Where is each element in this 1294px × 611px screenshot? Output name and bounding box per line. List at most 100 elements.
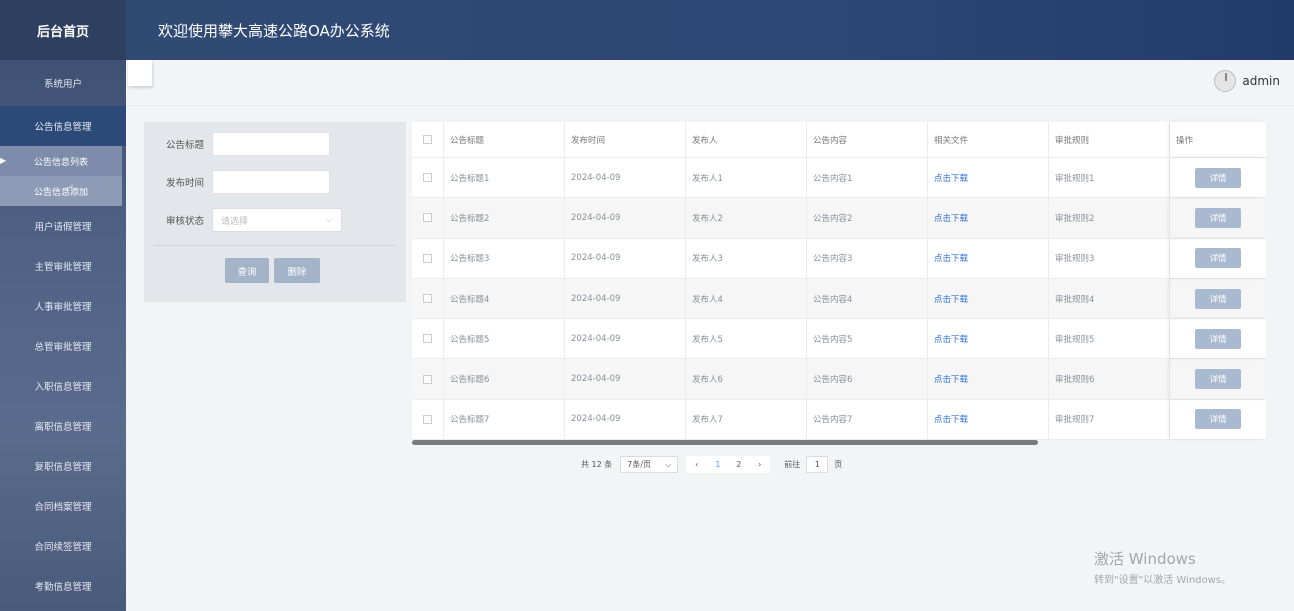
title-filter-input[interactable] [212,132,330,156]
goto-page: 前往 1 页 [784,456,842,473]
cell-title: 公告标题2 [444,198,565,238]
sidebar-item-system-users[interactable]: 系统用户 [0,60,126,106]
sidebar-item-hr-approval[interactable]: 人事审批管理 [0,286,126,326]
download-link[interactable]: 点击下载 [934,212,968,224]
cell-rule: 审批规则4 [1049,278,1170,319]
cell-file: 点击下载 [928,278,1049,319]
column-header: 公告标题 [444,122,565,157]
row-checkbox[interactable] [423,253,432,263]
cell-rule: 审批规则7 [1049,399,1170,440]
goto-label: 前往 [784,460,801,469]
sidebar-item-supervisor-approval[interactable]: 主管审批管理 [0,246,126,286]
detail-button[interactable]: 详情 [1195,167,1241,188]
download-link[interactable]: 点击下载 [934,373,968,385]
sidebar-subitem-notice-list[interactable]: ▶ 公告信息列表 [0,146,122,176]
detail-button[interactable]: 详情 [1195,409,1241,430]
cell-actions: 详情 [1170,319,1266,358]
select-all-checkbox[interactable] [423,135,432,144]
row-checkbox[interactable] [423,213,432,223]
status-filter-row: 审核状态 请选择 ⌵ [144,208,342,232]
windows-activation-watermark: 激活 Windows 转到"设置"以激活 Windows。 [1094,548,1231,586]
row-checkbox[interactable] [423,173,432,183]
cell-publisher: 发布人6 [686,359,807,399]
next-page-icon[interactable]: › [749,460,770,469]
cell-date: 2024-04-09 [565,359,686,399]
cell-content: 公告内容6 [807,359,928,399]
detail-button[interactable]: 详情 [1195,288,1241,309]
sidebar-item-contract-archive[interactable]: 合同档案管理 [0,486,126,526]
watermark-line-2: 转到"设置"以激活 Windows。 [1094,575,1232,586]
cell-content: 公告内容7 [807,399,928,440]
caret-right-icon: ▶ [0,156,7,165]
row-checkbox[interactable] [423,334,432,344]
cell-publisher: 发布人4 [686,278,807,319]
sidebar-item-notice-management[interactable]: 公告信息管理 [0,106,126,146]
row-checkbox[interactable] [423,294,432,304]
detail-button[interactable]: 详情 [1195,328,1241,349]
goto-page-input[interactable]: 1 [806,456,829,473]
top-bar: admin [126,60,1294,106]
cell-rule: 审批规则5 [1049,319,1170,359]
prev-page-icon[interactable]: ‹ [686,460,707,469]
row-select-cell [412,278,444,319]
sidebar: 后台首页 系统用户 公告信息管理 ▶ 公告信息列表 公告信息添加 用户请假管理 … [0,0,126,611]
sidebar-submenu-notice: ▶ 公告信息列表 公告信息添加 [0,146,122,206]
sidebar-item-attendance[interactable]: 考勤信息管理 [0,566,126,606]
table-row: 公告标题7 2024-04-09 发布人7 公告内容7 点击下载 审批规则7 详情 [412,399,1266,441]
page-number-1[interactable]: 1 [707,460,728,469]
pagination: 共 12 条 7条/页 ⌵ ‹ 1 2 › 前往 1 页 [581,456,842,473]
row-checkbox[interactable] [423,374,432,384]
download-link[interactable]: 点击下载 [934,293,968,305]
detail-button[interactable]: 详情 [1195,369,1241,390]
user-menu[interactable]: admin [1214,70,1280,92]
cell-file: 点击下载 [928,158,1049,198]
cell-rule: 审批规则1 [1049,158,1170,198]
sidebar-item-resignation[interactable]: 离职信息管理 [0,406,126,446]
sidebar-logo-home[interactable]: 后台首页 [0,0,126,60]
notice-table: 公告标题 发布时间 发布人 公告内容 相关文件 审批规则 操作 公告标题1 202… [412,122,1266,441]
detail-button[interactable]: 详情 [1195,248,1241,269]
table-header-row: 公告标题 发布时间 发布人 公告内容 相关文件 审批规则 操作 [412,122,1266,158]
status-filter-select[interactable]: 请选择 ⌵ [212,208,342,232]
chevron-down-icon: ⌵ [665,459,672,469]
table-row: 公告标题5 2024-04-09 发布人5 公告内容5 点击下载 审批规则5 详情 [412,319,1266,360]
page-number-2[interactable]: 2 [728,460,749,469]
cell-actions: 详情 [1170,158,1266,197]
cell-title: 公告标题3 [444,238,565,278]
table-row: 公告标题1 2024-04-09 发布人1 公告内容1 点击下载 审批规则1 详情 [412,158,1266,199]
download-link[interactable]: 点击下载 [934,333,968,345]
sidebar-item-manager-approval[interactable]: 总管审批管理 [0,326,126,366]
download-link[interactable]: 点击下载 [934,172,968,184]
status-filter-placeholder: 请选择 [221,216,249,227]
time-filter-input[interactable] [212,170,330,194]
cell-content: 公告内容2 [807,198,928,238]
download-link[interactable]: 点击下载 [934,252,968,264]
sidebar-item-contract-renewal[interactable]: 合同续签管理 [0,526,126,566]
row-select-cell [412,158,444,198]
cell-publisher: 发布人1 [686,158,807,198]
page-list: ‹ 1 2 › [686,456,771,473]
detail-button[interactable]: 详情 [1195,207,1241,228]
table-body: 公告标题1 2024-04-09 发布人1 公告内容1 点击下载 审批规则1 详情 公告标题2… [412,158,1266,441]
cell-content: 公告内容5 [807,319,928,359]
collapse-sidebar-icon[interactable] [128,60,152,86]
chevron-down-icon: ⌵ [326,215,333,225]
cell-actions: 详情 [1170,400,1266,439]
page-unit: 页 [834,460,843,469]
sidebar-item-onboarding[interactable]: 入职信息管理 [0,366,126,406]
sidebar-subitem-label: 公告信息添加 [33,187,88,198]
cell-actions: 详情 [1170,239,1266,278]
delete-button[interactable]: 删除 [274,258,320,283]
row-checkbox[interactable] [423,414,432,424]
download-link[interactable]: 点击下载 [934,413,968,425]
query-button[interactable]: 查询 [225,258,269,283]
sidebar-item-reinstatement[interactable]: 复职信息管理 [0,446,126,486]
sidebar-item-leave[interactable]: 用户请假管理 [0,206,126,246]
cell-content: 公告内容3 [807,238,928,278]
page-size-select[interactable]: 7条/页 ⌵ [620,456,679,473]
sidebar-subitem-notice-add[interactable]: 公告信息添加 [0,176,122,206]
row-select-cell [412,319,444,359]
horizontal-scrollbar[interactable] [412,440,1038,445]
row-select-cell [412,359,444,399]
title-filter-label: 公告标题 [165,140,204,151]
